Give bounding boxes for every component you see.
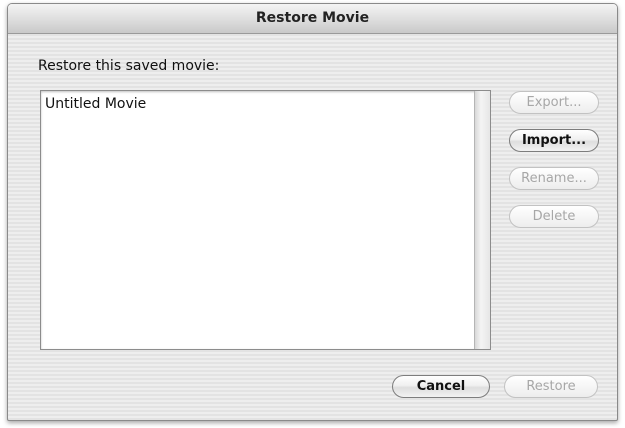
export-button[interactable]: Export... (509, 91, 599, 114)
restore-movie-dialog: Restore Movie Restore this saved movie: … (7, 3, 618, 421)
cancel-button[interactable]: Cancel (392, 375, 490, 398)
vertical-scrollbar[interactable] (474, 91, 490, 349)
saved-movies-list[interactable]: Untitled Movie (40, 90, 491, 350)
list-item[interactable]: Untitled Movie (44, 95, 471, 113)
import-button[interactable]: Import... (509, 129, 599, 152)
saved-movies-list-items: Untitled Movie (41, 91, 474, 349)
title-bar[interactable]: Restore Movie (8, 4, 617, 34)
delete-button[interactable]: Delete (509, 205, 599, 228)
rename-button[interactable]: Rename... (509, 167, 599, 190)
window-title: Restore Movie (255, 10, 370, 26)
side-button-group: Export... Import... Rename... Delete (509, 91, 599, 243)
prompt-label: Restore this saved movie: (38, 58, 220, 74)
restore-button[interactable]: Restore (504, 375, 598, 398)
